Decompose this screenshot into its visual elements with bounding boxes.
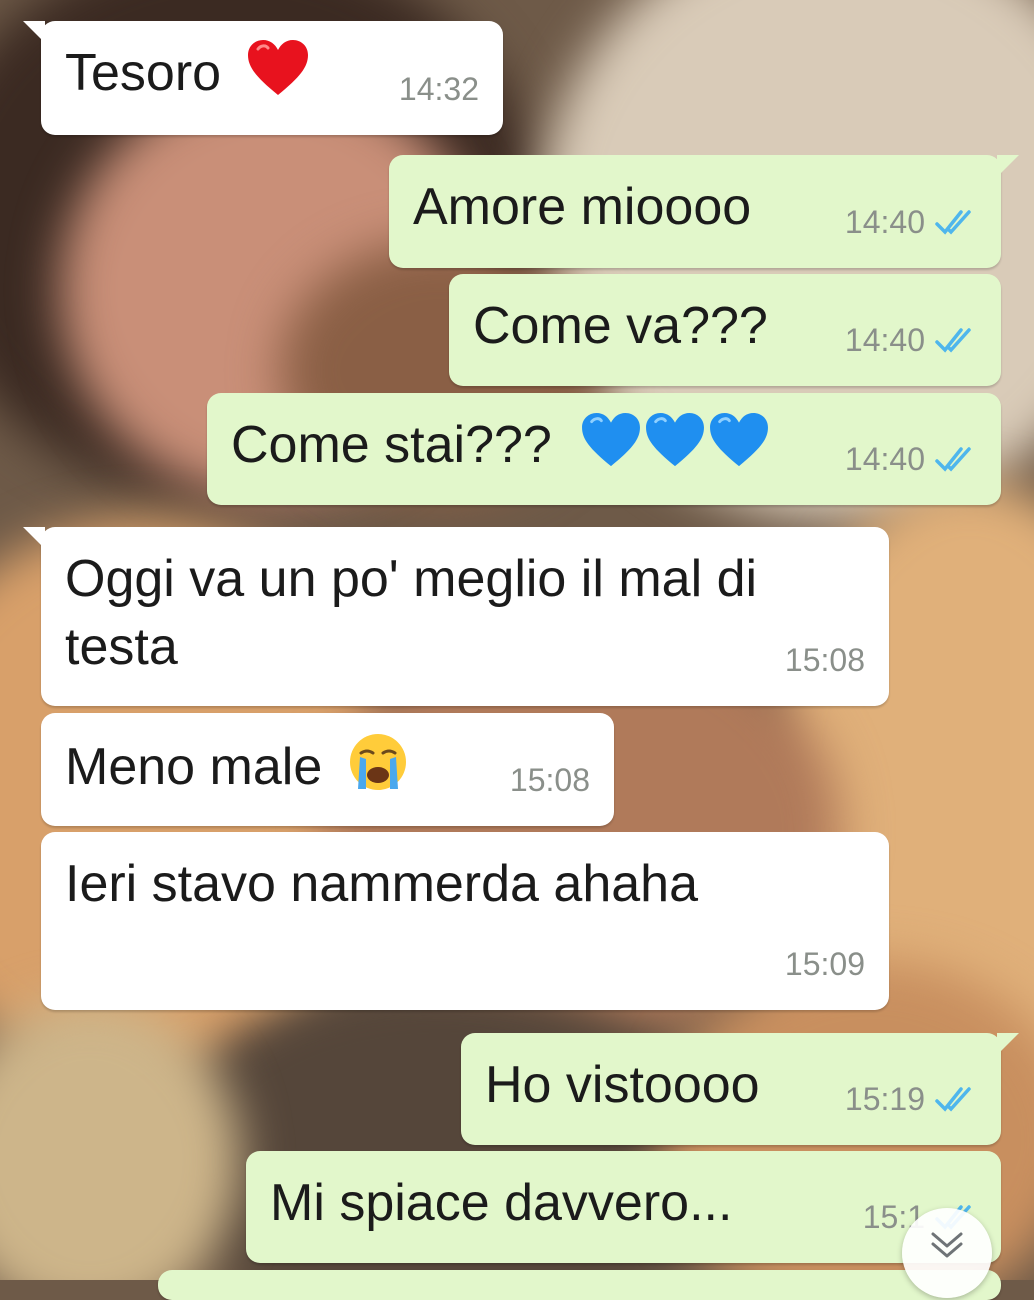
message-outgoing[interactable]: Come va??? 14:40 — [449, 274, 1001, 386]
message-meta: 15:08 — [510, 746, 590, 814]
message-time: 15:08 — [784, 642, 865, 678]
message-text: Amore mioooo — [413, 178, 752, 236]
message-time: 14:40 — [844, 441, 925, 477]
message-meta: 14:32 — [399, 55, 479, 123]
message-text: Oggi va un po' meglio il mal di testa — [65, 550, 758, 676]
double-chevron-down-icon — [931, 1232, 963, 1258]
blue-heart-icon — [580, 412, 642, 485]
message-time: 14:40 — [844, 204, 925, 240]
message-time: 15:19 — [844, 1081, 925, 1117]
message-meta: 14:40 — [845, 188, 977, 256]
message-meta: 14:40 — [845, 425, 977, 493]
red-heart-icon — [246, 39, 310, 114]
message-text: Come va??? — [473, 297, 768, 355]
message-meta: 15:08 — [785, 626, 865, 694]
message-text: Come stai??? — [231, 416, 552, 474]
double-check-icon — [935, 1087, 971, 1112]
blue-heart-icon — [708, 412, 770, 485]
double-check-icon — [935, 447, 971, 472]
message-time: 14:40 — [844, 322, 925, 358]
message-text: Meno male — [65, 738, 323, 797]
message-meta: 14:40 — [845, 306, 977, 374]
message-incoming[interactable]: Ieri stavo nammerda ahaha 15:09 — [41, 832, 889, 1010]
blue-heart-icon — [644, 412, 706, 485]
message-text: Ieri stavo nammerda ahaha — [65, 855, 699, 913]
message-outgoing[interactable]: Ho vistoooo 15:19 — [461, 1033, 1019, 1145]
double-check-icon — [935, 328, 971, 353]
message-text: Mi spiace davvero... — [270, 1174, 733, 1232]
scroll-to-bottom-button[interactable] — [902, 1208, 992, 1298]
message-outgoing[interactable]: Come stai??? 14:40 — [207, 393, 1001, 505]
message-time: 15:09 — [784, 946, 865, 982]
double-check-icon — [935, 210, 971, 235]
message-meta: 15:19 — [845, 1065, 977, 1133]
message-time: 15:08 — [509, 762, 590, 798]
message-meta: 15:09 — [785, 930, 865, 998]
crying-face-icon — [347, 731, 409, 810]
message-incoming[interactable]: Meno male 15:08 — [41, 713, 614, 826]
message-text: Tesoro — [65, 44, 222, 103]
message-outgoing[interactable]: Amore mioooo 14:40 — [389, 155, 1019, 268]
message-text: Ho vistoooo — [485, 1056, 760, 1114]
message-outgoing-partial — [158, 1270, 1001, 1300]
message-incoming[interactable]: Tesoro 14:32 — [23, 21, 503, 135]
message-incoming[interactable]: Oggi va un po' meglio il mal di testa 15… — [23, 527, 889, 706]
message-time: 14:32 — [398, 71, 479, 107]
message-outgoing[interactable]: Mi spiace davvero... 15:1 — [246, 1151, 1001, 1263]
